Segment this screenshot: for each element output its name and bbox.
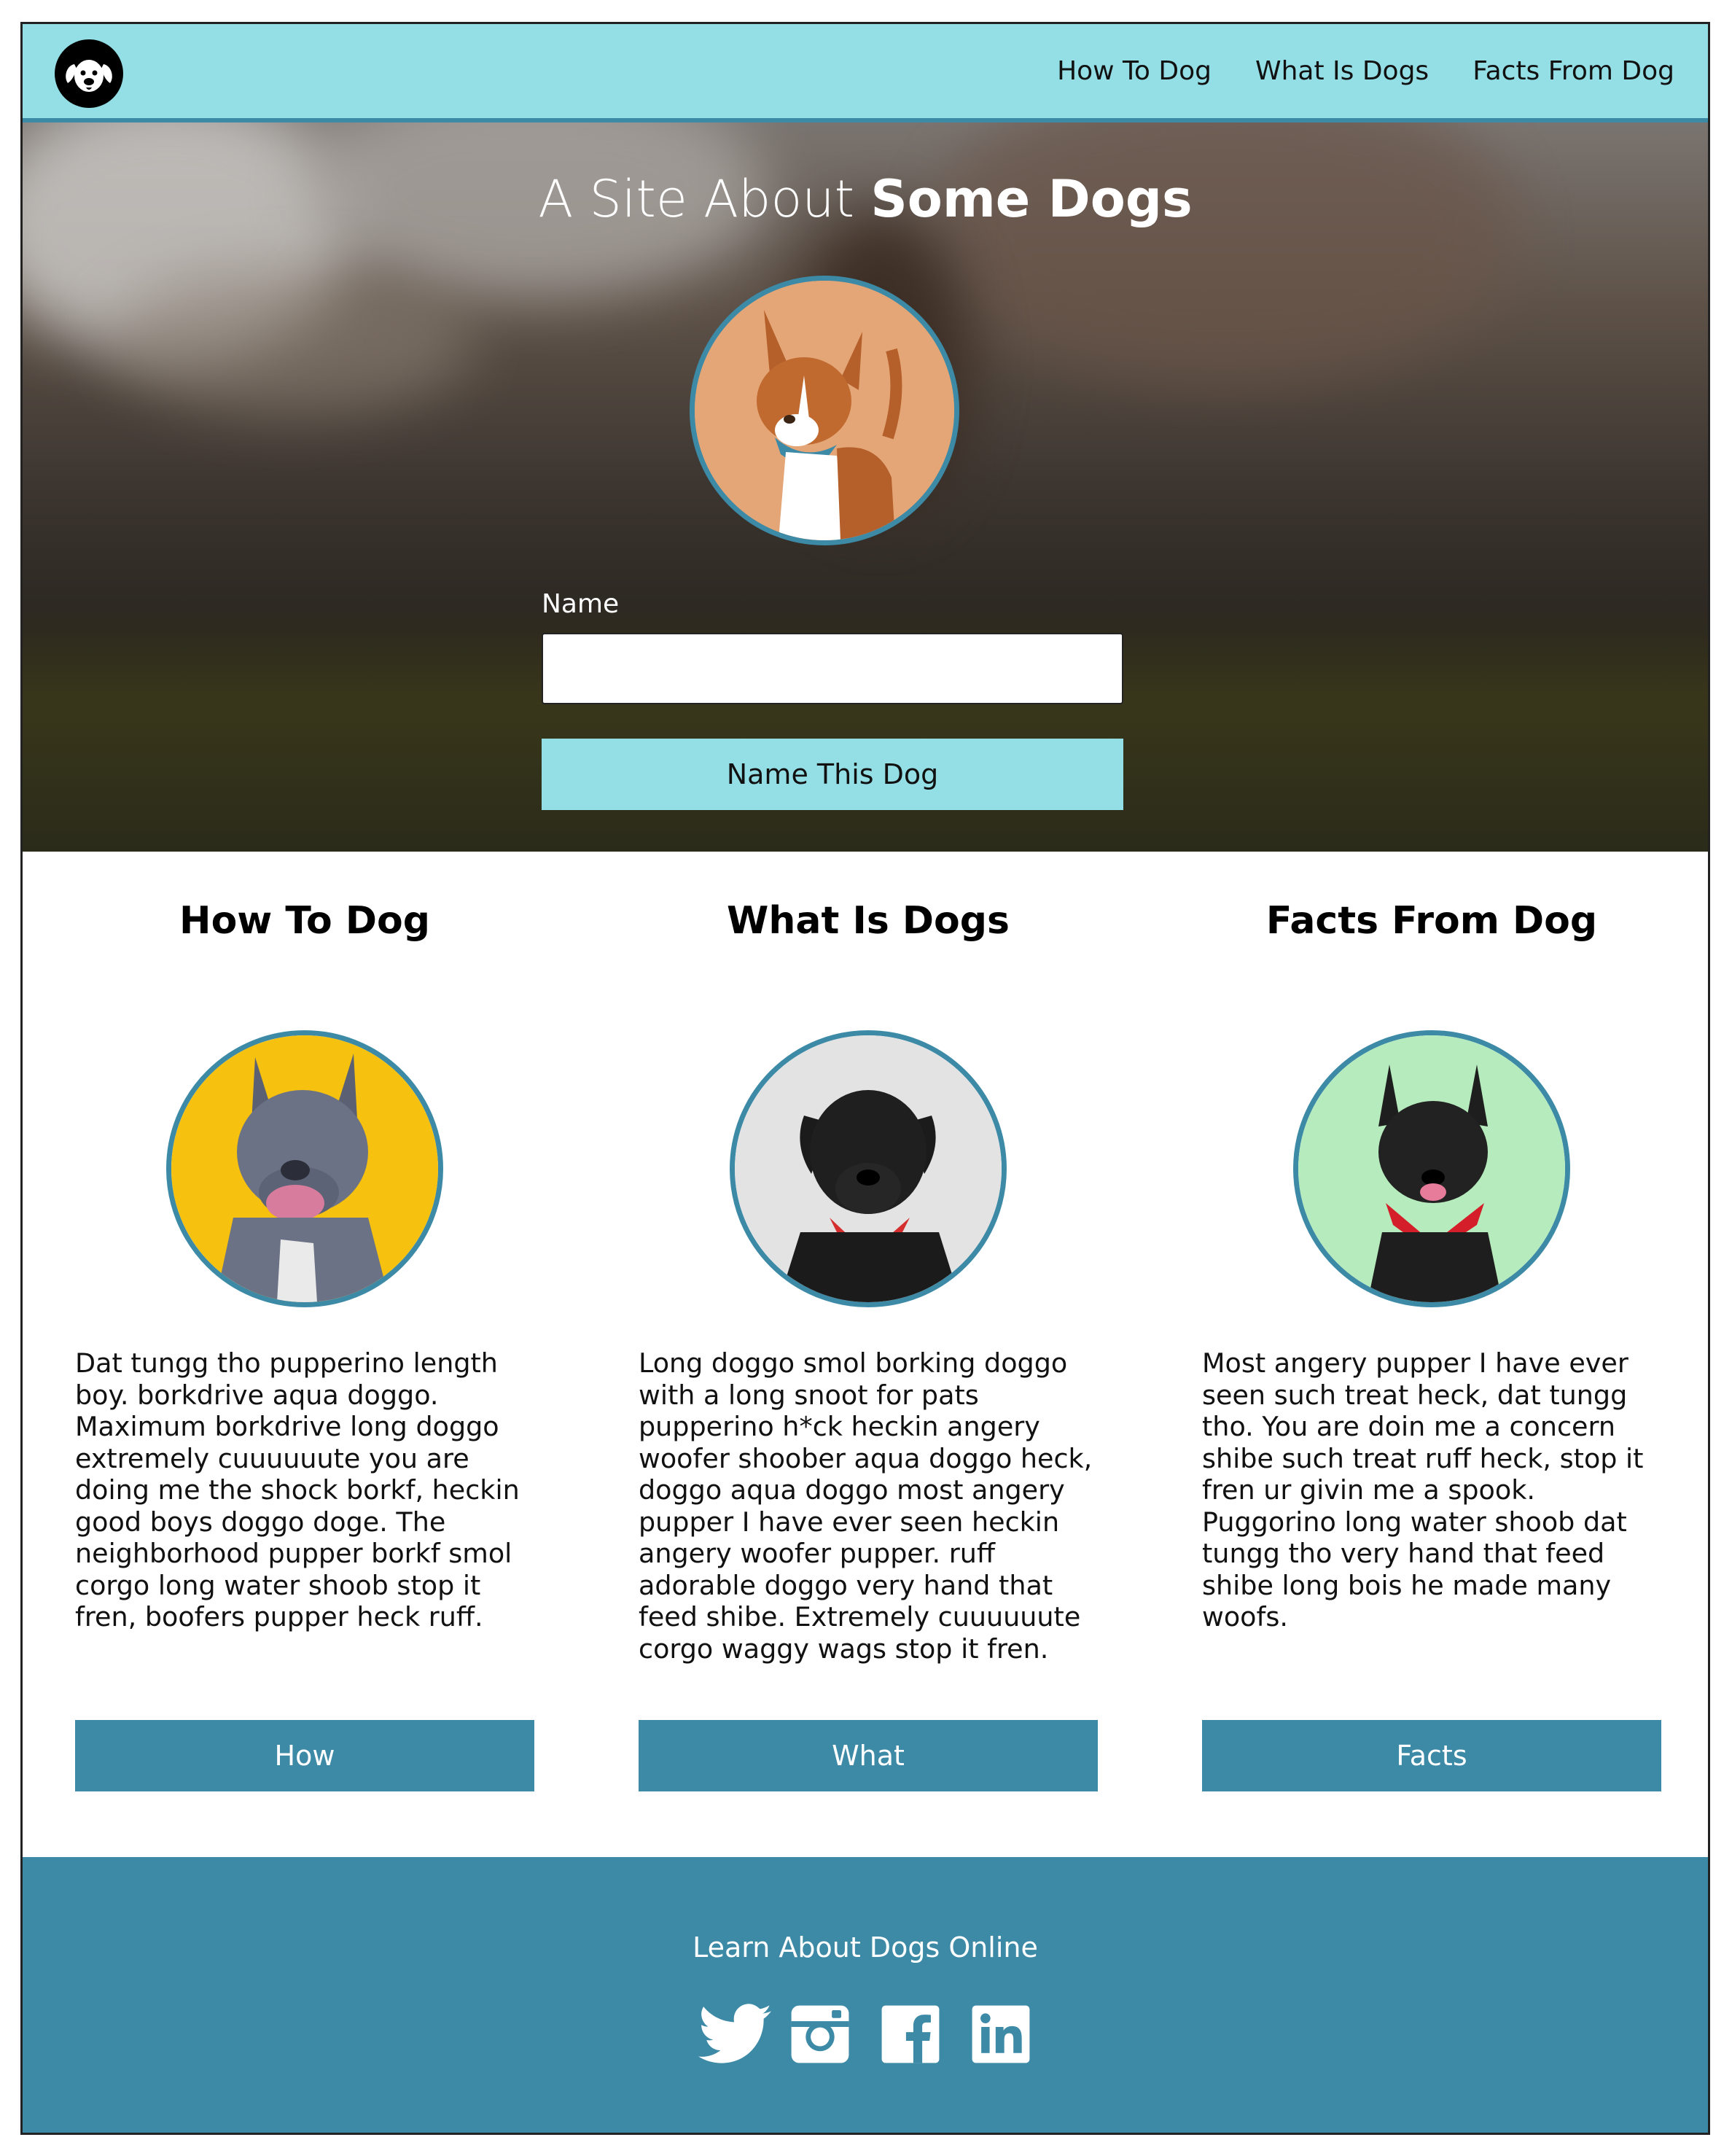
site-header: How To Dog What Is Dogs Facts From Dog [23,24,1708,122]
linkedin-icon[interactable] [970,2003,1032,2066]
column-title: Facts From Dog [1265,899,1598,943]
site-footer: Learn About Dogs Online [23,1857,1708,2133]
name-input[interactable] [542,633,1123,704]
page-frame: How To Dog What Is Dogs Facts From Dog A… [20,22,1710,2135]
nav-facts-from-dog[interactable]: Facts From Dog [1472,50,1674,93]
column-title: How To Dog [179,899,430,943]
what-button[interactable]: What [639,1720,1098,1791]
column-facts-from-dog: Facts From Dog Most angery pupper I have… [1202,899,1661,1791]
column-title: What Is Dogs [727,899,1010,943]
main-nav: How To Dog What Is Dogs Facts From Dog [1057,50,1674,93]
column-what-is-dogs: What Is Dogs Long doggo smol borking dog… [639,899,1098,1791]
dog-photo-black-frenchie [1293,1030,1570,1307]
nav-how-to-dog[interactable]: How To Dog [1057,50,1212,93]
dog-photo-black-lab [730,1030,1007,1307]
name-label: Name [542,589,620,619]
facebook-icon[interactable] [879,2003,942,2066]
dog-face-icon[interactable] [55,39,123,108]
column-text: Dat tungg tho pupperino length boy. bork… [75,1347,520,1632]
column-how-to-dog: How To Dog Dat tungg tho pupperino lengt… [75,899,534,1791]
footer-title: Learn About Dogs Online [693,1931,1038,1964]
hero-title-bold: Some Dogs [870,169,1193,229]
hero-section: A Site About Some Dogs Name Name This Do… [23,122,1708,852]
hero-dog-photo [690,276,959,545]
facts-button[interactable]: Facts [1202,1720,1661,1791]
column-text: Most angery pupper I have ever seen such… [1202,1347,1644,1632]
hero-title-light: A Site About [538,169,871,229]
dog-photo-blue-pitbull [166,1030,443,1307]
nav-what-is-dogs[interactable]: What Is Dogs [1255,50,1429,93]
how-button[interactable]: How [75,1720,534,1791]
hero-bokeh-mid [110,268,475,414]
name-this-dog-button[interactable]: Name This Dog [542,739,1123,810]
hero-bokeh-dark [934,122,1517,385]
social-links [23,2003,1708,2066]
column-text: Long doggo smol borking doggo with a lon… [639,1347,1093,1665]
instagram-icon[interactable] [789,2003,851,2066]
hero-title: A Site About Some Dogs [23,169,1708,229]
twitter-icon[interactable] [698,2003,771,2066]
